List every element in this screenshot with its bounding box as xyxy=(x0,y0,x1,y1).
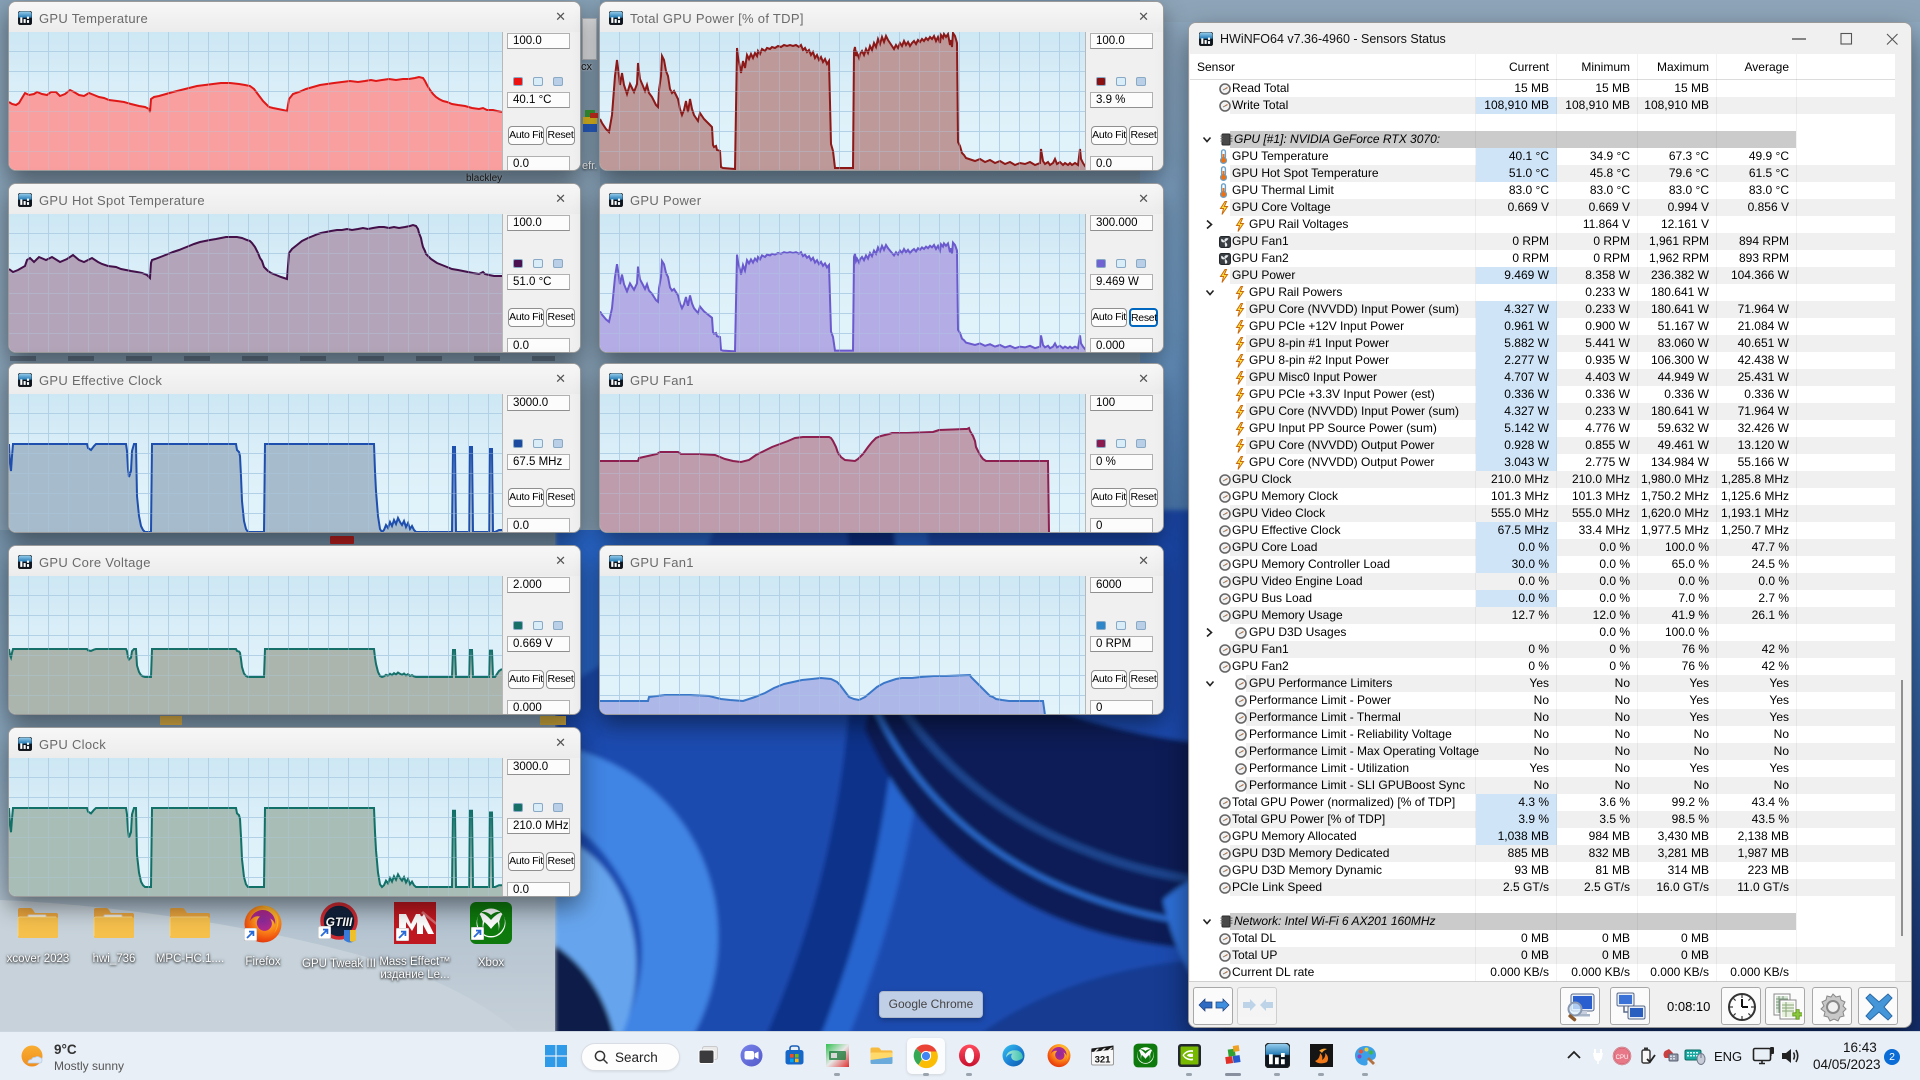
svg-text:CPU: CPU xyxy=(1616,1055,1629,1061)
svg-text:321: 321 xyxy=(1095,1055,1112,1066)
